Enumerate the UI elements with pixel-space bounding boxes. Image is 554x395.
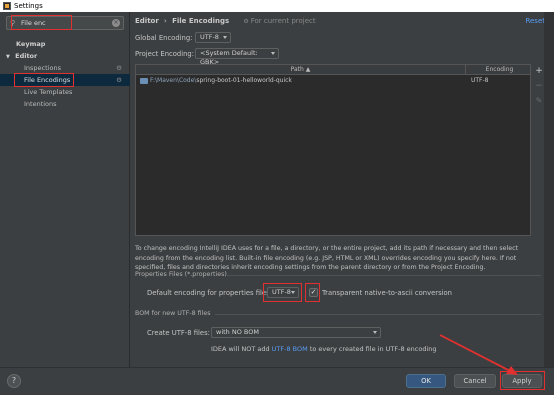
column-header-path[interactable]: Path ▲ <box>136 65 466 75</box>
bom-section-title: BOM for new UTF-8 files <box>135 310 211 317</box>
properties-section-title: Properties Files (*.properties) <box>135 271 227 278</box>
breadcrumb-parent: Editor <box>135 17 159 25</box>
edit-icon[interactable]: ✎ <box>534 96 544 105</box>
create-utf8-label: Create UTF-8 files: <box>147 329 210 337</box>
settings-sidebar: ⚲ × Keymap ▼ Editor Inspections ⚙ File E… <box>0 12 130 367</box>
window-edge-strip <box>544 12 554 367</box>
table-header: Path ▲ Encoding <box>136 65 530 75</box>
reset-link[interactable]: Reset <box>525 17 545 25</box>
annotation-box-transparent-checkbox <box>305 283 320 302</box>
tree-item-label: Keymap <box>16 40 46 48</box>
remove-icon[interactable]: − <box>534 81 544 91</box>
properties-encoding-label: Default encoding for properties files: <box>147 289 272 297</box>
tree-item-label: Editor <box>15 52 38 60</box>
tree-item-intentions[interactable]: Intentions <box>0 98 130 110</box>
cancel-button[interactable]: Cancel <box>454 374 496 388</box>
create-utf8-dropdown[interactable]: with NO BOM <box>211 327 381 338</box>
row-path-module: spring-boot-01-helloworld-quick <box>196 77 292 84</box>
bom-note: IDEA will NOT add UTF-8 BOM to every cre… <box>211 345 437 353</box>
project-encoding-label: Project Encoding: <box>135 50 195 58</box>
tree-item-editor[interactable]: ▼ Editor <box>0 50 130 62</box>
annotation-box-file-encodings <box>14 73 74 87</box>
row-path: F:\Maven\Code\spring-boot-01-helloworld-… <box>150 76 292 86</box>
row-path-prefix: F:\Maven\Code\ <box>150 77 197 84</box>
encoding-description: To change encoding IntelliJ IDEA uses fo… <box>135 245 519 272</box>
window-title-bar: Settings <box>0 0 554 12</box>
file-encodings-panel: Editor › File Encodings ⚙ For current pr… <box>131 12 554 367</box>
transparent-conversion-label[interactable]: Transparent native-to-ascii conversion <box>322 289 452 297</box>
expand-arrow-icon[interactable]: ▼ <box>6 54 10 60</box>
project-encoding-dropdown[interactable]: <System Default: GBK> <box>195 48 279 66</box>
window-title: Settings <box>14 2 43 10</box>
bom-note-suffix: to every created file in UTF-8 encoding <box>307 345 437 353</box>
breadcrumb-separator: › <box>164 17 167 25</box>
annotation-box-search <box>11 15 72 30</box>
create-utf8-value: with NO BOM <box>216 328 259 336</box>
breadcrumb: Editor › File Encodings ⚙ For current pr… <box>135 17 316 25</box>
ok-button[interactable]: OK <box>406 374 446 388</box>
annotation-box-properties-encoding <box>263 283 302 302</box>
utf8-bom-link[interactable]: UTF-8 BOM <box>272 345 308 353</box>
intellij-app-icon <box>3 2 11 10</box>
project-scope-label: For current project <box>250 17 316 25</box>
tree-item-keymap[interactable]: Keymap <box>0 38 130 50</box>
folder-icon <box>140 78 148 84</box>
file-encoding-table[interactable]: Path ▲ Encoding F:\Maven\Code\spring-boo… <box>135 64 531 236</box>
global-encoding-dropdown[interactable]: UTF-8 <box>195 32 231 43</box>
table-row[interactable]: F:\Maven\Code\spring-boot-01-helloworld-… <box>136 76 530 86</box>
project-scope-icon: ⚙ <box>243 18 251 25</box>
add-icon[interactable]: + <box>534 66 544 76</box>
tree-item-label: Inspections <box>24 64 61 72</box>
breadcrumb-current: File Encodings <box>172 17 230 25</box>
section-divider <box>215 314 541 315</box>
project-scope-note: ⚙ For current project <box>243 17 315 25</box>
dropdown-arrow-icon <box>223 36 227 39</box>
global-encoding-label: Global Encoding: <box>135 34 193 42</box>
dropdown-arrow-icon <box>271 52 275 55</box>
row-encoding[interactable]: UTF-8 <box>471 76 489 86</box>
bom-note-prefix: IDEA will NOT add <box>211 345 272 353</box>
project-scope-icon: ⚙ <box>116 64 122 72</box>
tree-item-label: Live Templates <box>24 88 73 96</box>
tree-item-live-templates[interactable]: Live Templates <box>0 86 130 98</box>
dropdown-arrow-icon <box>373 331 377 334</box>
dialog-button-bar: ? OK Cancel Apply <box>0 367 554 395</box>
project-scope-icon: ⚙ <box>116 76 122 84</box>
global-encoding-value: UTF-8 <box>200 33 219 41</box>
clear-search-icon[interactable]: × <box>112 19 120 27</box>
annotation-box-apply <box>500 371 545 390</box>
column-header-encoding[interactable]: Encoding <box>467 65 532 75</box>
tree-item-label: Intentions <box>24 100 57 108</box>
help-button[interactable]: ? <box>7 374 21 388</box>
section-divider <box>227 275 541 276</box>
